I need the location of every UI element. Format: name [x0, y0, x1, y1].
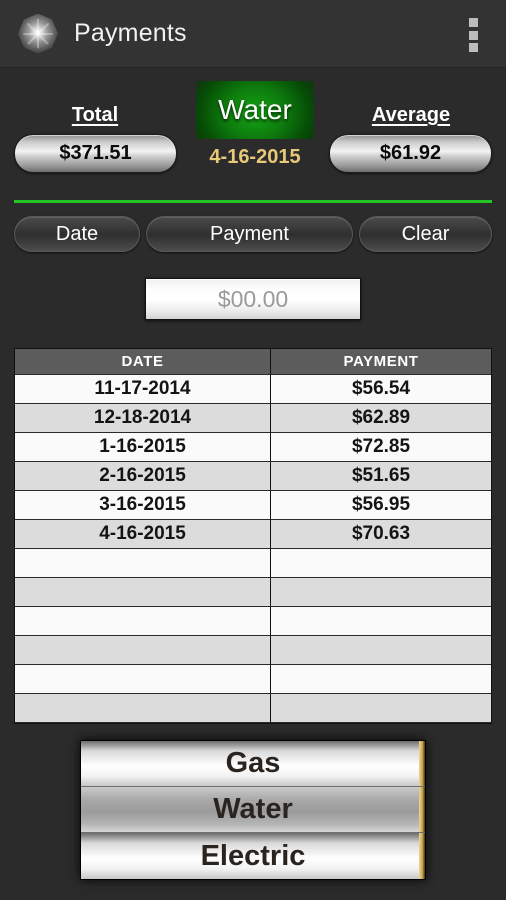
- category-item-electric[interactable]: Electric: [81, 833, 425, 879]
- cell-payment: $72.85: [271, 433, 491, 462]
- cell-date: [15, 549, 271, 578]
- cell-payment: $56.54: [271, 375, 491, 404]
- total-label: Total: [71, 104, 119, 126]
- table-row[interactable]: 1-16-2015 $72.85: [15, 433, 491, 462]
- cell-date: 1-16-2015: [15, 433, 271, 462]
- cell-payment: [271, 607, 491, 636]
- cell-date: 2-16-2015: [15, 462, 271, 491]
- cell-payment: $62.89: [271, 404, 491, 433]
- category-item-label: Water: [213, 793, 293, 825]
- action-button-row: Date Payment Clear: [0, 216, 506, 252]
- table-row[interactable]: 2-16-2015 $51.65: [15, 462, 491, 491]
- section-divider: [14, 200, 492, 203]
- cell-date: [15, 578, 271, 607]
- cell-date: 12-18-2014: [15, 404, 271, 433]
- amount-input-row: $00.00: [0, 278, 506, 320]
- category-item-label: Electric: [200, 839, 306, 872]
- summary-section: Total Average Water 4-16-2015 $371.51 $6…: [0, 68, 506, 196]
- cell-date: [15, 694, 271, 723]
- payments-screen: Payments Total Average Water 4-16-2015 $…: [0, 0, 506, 900]
- category-list: Gas Water Electric: [80, 740, 426, 880]
- table-row[interactable]: [15, 694, 491, 723]
- total-value[interactable]: $371.51: [14, 134, 177, 173]
- table-row[interactable]: 3-16-2015 $56.95: [15, 491, 491, 520]
- cell-payment: [271, 665, 491, 694]
- cell-date: 11-17-2014: [15, 375, 271, 404]
- clear-button[interactable]: Clear: [359, 216, 492, 252]
- table-row[interactable]: 4-16-2015 $70.63: [15, 520, 491, 549]
- starburst-octagon-icon: [18, 13, 58, 54]
- category-item-gas[interactable]: Gas: [81, 741, 425, 787]
- average-value[interactable]: $61.92: [329, 134, 492, 173]
- page-title: Payments: [74, 19, 187, 47]
- table-header-row: DATE PAYMENT: [15, 349, 491, 375]
- column-header-payment: PAYMENT: [271, 349, 491, 375]
- category-item-label: Gas: [225, 747, 281, 779]
- date-button[interactable]: Date: [14, 216, 140, 252]
- cell-payment: $70.63: [271, 520, 491, 549]
- action-bar: Payments: [0, 0, 506, 68]
- table-row[interactable]: 12-18-2014 $62.89: [15, 404, 491, 433]
- payment-button[interactable]: Payment: [146, 216, 353, 252]
- table-body: 11-17-2014 $56.54 12-18-2014 $62.89 1-16-201…: [15, 375, 491, 723]
- table-row[interactable]: 11-17-2014 $56.54: [15, 375, 491, 404]
- category-item-water[interactable]: Water: [81, 787, 425, 833]
- table-row[interactable]: [15, 607, 491, 636]
- cell-payment: [271, 549, 491, 578]
- cell-date: 4-16-2015: [15, 520, 271, 549]
- cell-date: [15, 665, 271, 694]
- table-row[interactable]: [15, 636, 491, 665]
- cell-date: 3-16-2015: [15, 491, 271, 520]
- cell-payment: [271, 578, 491, 607]
- overflow-menu-icon[interactable]: [462, 16, 484, 54]
- current-date-label: 4-16-2015: [209, 146, 301, 168]
- current-category-badge: Water: [196, 81, 314, 139]
- average-label: Average: [371, 104, 451, 126]
- cell-date: [15, 607, 271, 636]
- cell-payment: [271, 636, 491, 665]
- cell-date: [15, 636, 271, 665]
- cell-payment: $56.95: [271, 491, 491, 520]
- current-category-label: Water: [218, 94, 292, 125]
- table-row[interactable]: [15, 665, 491, 694]
- table-row[interactable]: [15, 578, 491, 607]
- amount-input[interactable]: $00.00: [145, 278, 361, 320]
- payments-table: DATE PAYMENT 11-17-2014 $56.54 12-18-2014 $…: [14, 348, 492, 724]
- table-row[interactable]: [15, 549, 491, 578]
- cell-payment: $51.65: [271, 462, 491, 491]
- column-header-date: DATE: [15, 349, 271, 375]
- cell-payment: [271, 694, 491, 723]
